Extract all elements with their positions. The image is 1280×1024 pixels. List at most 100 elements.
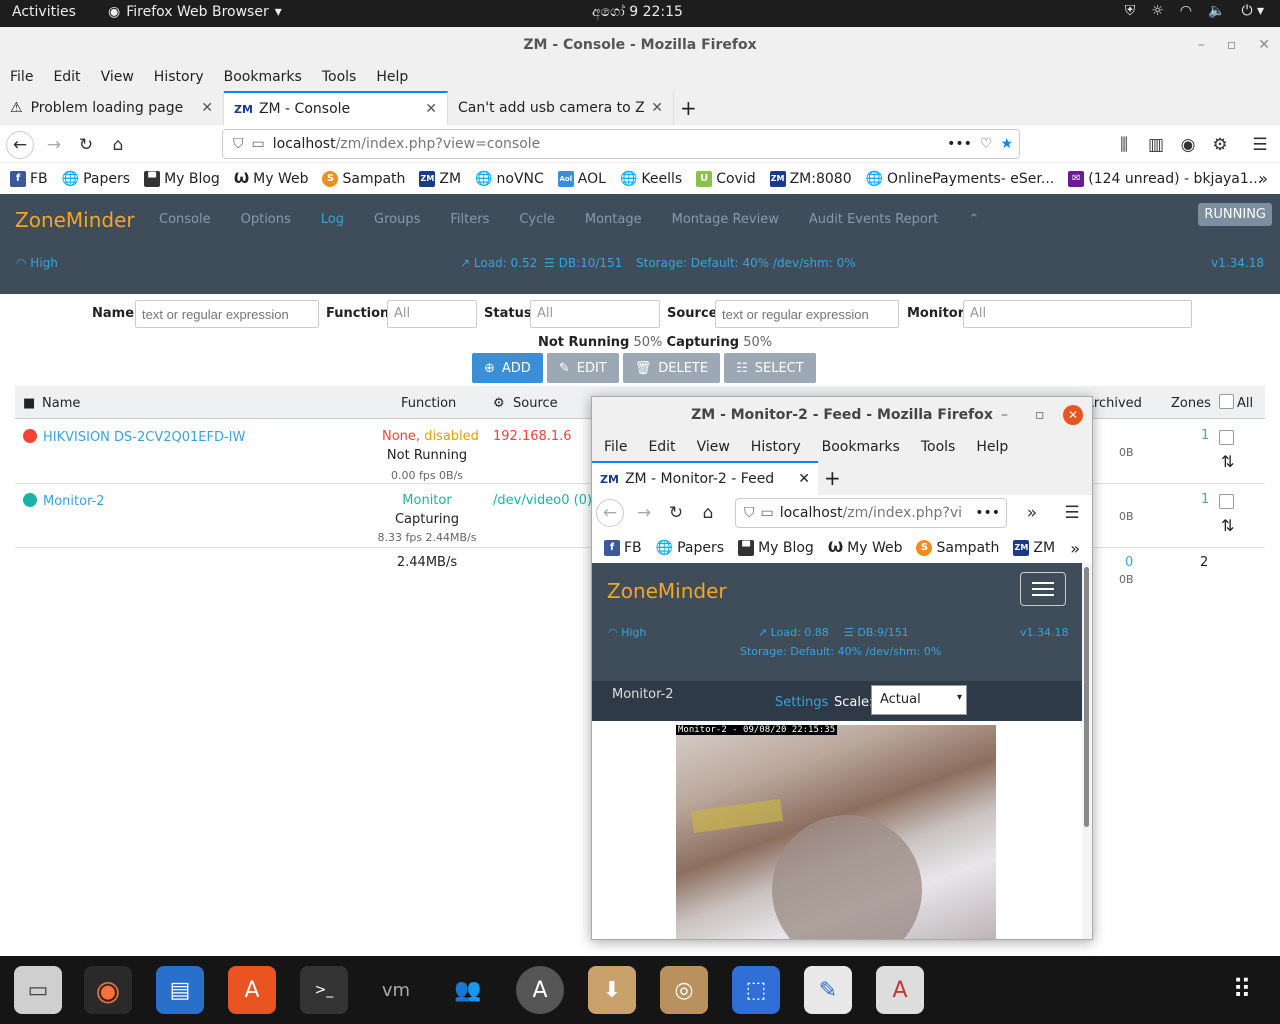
bookmark-fb[interactable]: f FB	[10, 170, 48, 187]
popup-url-bar[interactable]: ⛉ ▭ localhost/zm/index.php?vi •••	[735, 498, 1007, 528]
row-checkbox[interactable]	[1219, 430, 1234, 449]
select-all-checkbox[interactable]	[1219, 394, 1234, 413]
monitor-source[interactable]: 192.168.1.6	[493, 429, 572, 444]
popup-scrollbar[interactable]	[1082, 563, 1092, 939]
menu-file[interactable]: File	[10, 63, 33, 91]
bookmark-zm-8080[interactable]: ZM ZM:8080	[769, 170, 852, 187]
monitor-function[interactable]: None, disabled	[382, 429, 482, 444]
maximize-icon[interactable]: ▫	[1227, 27, 1237, 63]
files-icon[interactable]: ▭	[14, 966, 62, 1014]
menu-help[interactable]: Help	[976, 433, 1008, 461]
writer-icon[interactable]: ▤	[156, 966, 204, 1014]
menu-edit[interactable]: Edit	[53, 63, 80, 91]
monitor-name-link[interactable]: Monitor-2	[43, 494, 105, 509]
minimize-icon[interactable]: –	[1198, 27, 1205, 63]
name-column-header[interactable]: Name	[42, 396, 80, 411]
tab-monitor-feed[interactable]: ZM ZM - Monitor-2 - Feed ✕	[592, 461, 818, 495]
back-button[interactable]: ←	[6, 131, 34, 159]
camera-feed-image[interactable]: Monitor-2 - 09/08/20 22:15:35	[676, 725, 996, 939]
bookmark-my-blog[interactable]: ▀ My Blog	[738, 540, 814, 556]
zones-count[interactable]: 1	[1201, 428, 1209, 443]
nav-filters[interactable]: Filters	[450, 212, 489, 227]
app-menu[interactable]: ◉ Firefox Web Browser ▾	[108, 4, 282, 20]
forward-button[interactable]: →	[630, 499, 658, 527]
bookmark-novnc[interactable]: 🌐 noVNC	[475, 171, 544, 187]
hamburger-menu-icon[interactable]: ☰	[1246, 131, 1274, 159]
new-tab-button[interactable]: +	[680, 96, 697, 120]
account-icon[interactable]: ◉	[1174, 131, 1202, 159]
close-icon[interactable]: ✕	[1063, 405, 1083, 425]
scale-select[interactable]: Actual ▾	[871, 685, 967, 715]
menu-bookmarks[interactable]: Bookmarks	[224, 63, 302, 91]
menu-edit[interactable]: Edit	[648, 433, 675, 461]
monitor-source[interactable]: /dev/video0 (0)	[493, 493, 592, 508]
page-info-icon[interactable]: ▭	[761, 505, 774, 521]
nav-log[interactable]: Log	[321, 212, 344, 227]
menu-bookmarks[interactable]: Bookmarks	[822, 433, 900, 461]
row-checkbox[interactable]	[1219, 494, 1234, 513]
bookmark-sampath[interactable]: S Sampath	[322, 170, 405, 187]
system-tray[interactable]: ⛨ ☼ ◠ 🔈 ⏻ ▾	[1125, 3, 1264, 19]
package-icon[interactable]: ◎	[660, 966, 708, 1014]
page-actions-button[interactable]: •••	[947, 136, 972, 152]
zones-link[interactable]: 1	[1201, 492, 1209, 507]
add-monitor-button[interactable]: ⊕ ADD	[472, 353, 543, 383]
nav-audit-events-report[interactable]: Audit Events Report	[809, 212, 938, 227]
select-monitor-button[interactable]: ☷ SELECT	[724, 353, 816, 383]
tab-usb-camera[interactable]: Can't add usb camera to Zon ✕	[448, 91, 674, 125]
nav-toggle-button[interactable]	[1020, 572, 1066, 606]
reload-button[interactable]: ↻	[72, 131, 100, 159]
menu-tools[interactable]: Tools	[322, 63, 357, 91]
close-tab-icon[interactable]: ✕	[798, 471, 810, 487]
bandwidth-indicator[interactable]: ◠ High	[608, 626, 646, 639]
archived-column-header[interactable]: Archived	[1085, 396, 1142, 411]
bookmark-keells[interactable]: 🌐 Keells	[620, 171, 682, 187]
power-icon[interactable]: ⏻ ▾	[1241, 3, 1264, 19]
nav-montage[interactable]: Montage	[585, 212, 642, 227]
monitor-function[interactable]: Monitor	[367, 493, 487, 508]
maximize-icon[interactable]: ▫	[1035, 397, 1045, 433]
close-tab-icon[interactable]: ✕	[651, 100, 663, 116]
function-column-header[interactable]: Function	[401, 396, 456, 411]
monitor-feed-window[interactable]: ZM - Monitor-2 - Feed - Mozilla Firefox …	[591, 396, 1093, 940]
nav-groups[interactable]: Groups	[374, 212, 420, 227]
screenshot-icon[interactable]: ⬚	[732, 966, 780, 1014]
bookmark-mail[interactable]: ✉ (124 unread) - bkjaya1...	[1068, 170, 1262, 187]
overflow-icon[interactable]: »	[1018, 499, 1046, 527]
zones-column-header[interactable]: Zones	[1171, 396, 1211, 411]
edit-monitor-button[interactable]: ✎ EDIT	[546, 353, 619, 383]
delete-monitor-button[interactable]: 🗑 DELETE	[622, 353, 721, 383]
menu-history[interactable]: History	[751, 433, 801, 461]
monitor-name[interactable]: Monitor-2	[23, 493, 105, 509]
source-column-header[interactable]: Source	[513, 396, 558, 411]
bookmark-my-web[interactable]: Ѡ My Web	[234, 171, 309, 187]
menu-view[interactable]: View	[101, 63, 134, 91]
bookmark-zm[interactable]: ZM ZM	[419, 170, 461, 187]
bandwidth-indicator[interactable]: ◠ High	[16, 256, 58, 270]
monitor-filter-select[interactable]: All	[963, 300, 1192, 328]
terminal-icon[interactable]: >_	[300, 966, 348, 1014]
bookmark-aol[interactable]: Aol AOL	[557, 170, 606, 187]
clock[interactable]: අගෝ 9 22:15	[592, 4, 683, 20]
minimize-icon[interactable]: –	[1001, 397, 1008, 433]
show-apps-icon[interactable]: ⠿	[1218, 966, 1266, 1014]
hamburger-menu-icon[interactable]: ☰	[1058, 499, 1086, 527]
wifi-icon[interactable]: ◠	[1180, 3, 1192, 19]
sort-arrows-icon[interactable]: ⇅	[1221, 516, 1234, 535]
archive-icon[interactable]: ⬇	[588, 966, 636, 1014]
name-filter-input[interactable]	[135, 300, 319, 328]
more-bookmarks-icon[interactable]: »	[1258, 169, 1268, 188]
bookmark-online-payments[interactable]: 🌐 OnlinePayments- eSer...	[866, 171, 1055, 187]
menu-view[interactable]: View	[697, 433, 730, 461]
nav-console[interactable]: Console	[159, 212, 211, 227]
menu-tools[interactable]: Tools	[921, 433, 956, 461]
version-label[interactable]: v1.34.18	[1211, 256, 1264, 270]
editor-icon[interactable]: ✎	[804, 966, 852, 1014]
chevron-up-icon[interactable]: ⌃	[968, 212, 979, 227]
function-filter-select[interactable]: All	[387, 300, 477, 328]
bookmark-star-icon[interactable]: ★	[1000, 136, 1013, 152]
monitor-name[interactable]: HIKVISION DS-2CV2Q01EFD-IW	[23, 429, 245, 445]
menu-history[interactable]: History	[154, 63, 204, 91]
zones-link[interactable]: 1	[1201, 428, 1209, 443]
bookmark-my-web[interactable]: Ѡ My Web	[828, 540, 903, 556]
